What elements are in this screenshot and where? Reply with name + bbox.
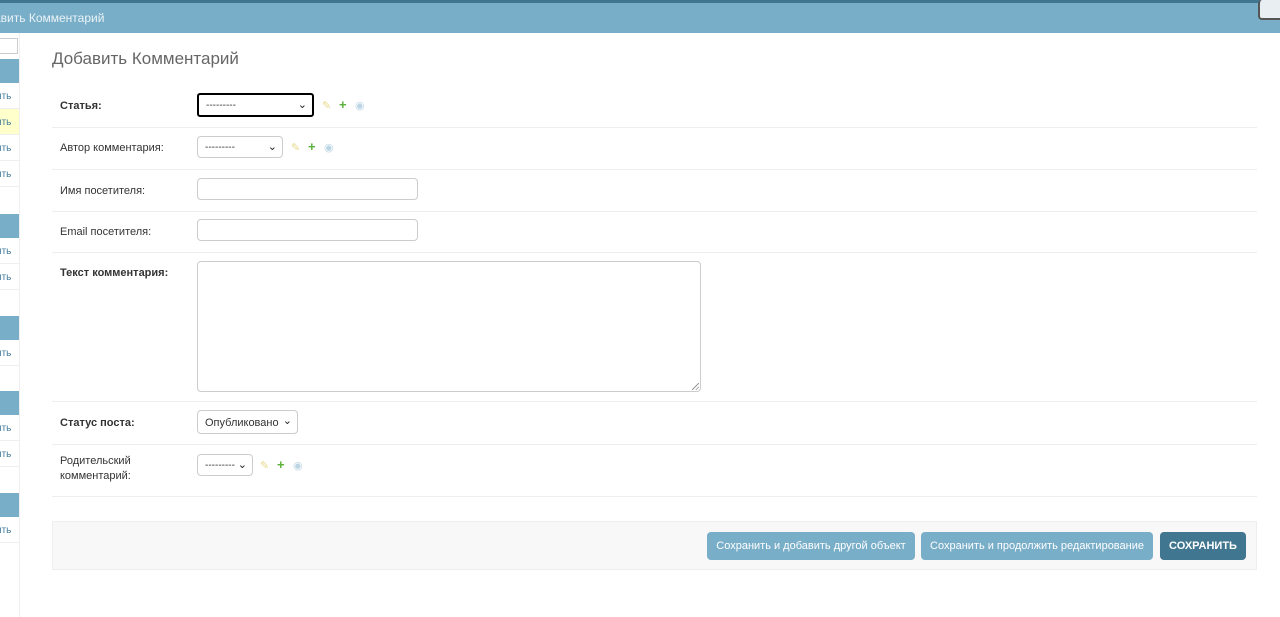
- sidebar-item[interactable]: ить: [0, 135, 19, 161]
- sidebar-item-label: ить: [0, 117, 12, 128]
- save-add-another-button[interactable]: Сохранить и добавить другой объект: [707, 532, 915, 560]
- sidebar-item[interactable]: ить: [0, 415, 19, 441]
- visitor-email-input[interactable]: [197, 219, 418, 241]
- sidebar-item-label: ить: [0, 449, 12, 460]
- chevron-down-icon: ⌄: [267, 141, 277, 153]
- chevron-down-icon: ⌄: [297, 99, 307, 111]
- sidebar-item[interactable]: ить: [0, 340, 19, 366]
- form-row-parent: Родительский комментарий: --------- ⌄ ✎ …: [52, 445, 1257, 497]
- visitor-name-label: Имя посетителя:: [60, 185, 146, 197]
- author-select-value: ---------: [205, 142, 235, 153]
- sidebar-item[interactable]: ить: [0, 441, 19, 467]
- visitor-name-input[interactable]: [197, 178, 418, 200]
- status-label: Статус поста:: [60, 417, 135, 429]
- breadcrumb[interactable]: авить Комментарий: [0, 11, 104, 25]
- plus-icon[interactable]: +: [308, 140, 316, 153]
- form-row-visitor-name: Имя посетителя:: [52, 170, 1257, 212]
- eye-icon[interactable]: ◉: [324, 142, 334, 154]
- sidebar-item-label: ить: [0, 272, 12, 283]
- sidebar-item-label: ить: [0, 348, 12, 359]
- article-label: Статья:: [60, 100, 102, 112]
- sidebar-item[interactable]: ить: [0, 83, 19, 109]
- article-select[interactable]: --------- ⌄: [197, 93, 314, 117]
- sidebar-item[interactable]: ить: [0, 109, 19, 135]
- author-select[interactable]: --------- ⌄: [197, 136, 283, 158]
- form-row-author: Автор комментария: --------- ⌄ ✎ + ◉: [52, 128, 1257, 170]
- eye-icon[interactable]: ◉: [293, 460, 303, 472]
- sidebar-app-caption[interactable]: [0, 214, 19, 238]
- header-bar: авить Комментарий: [0, 0, 1280, 33]
- chevron-down-icon: ⌄: [237, 459, 247, 471]
- window-corner-icon[interactable]: [1258, 0, 1280, 20]
- plus-icon[interactable]: +: [339, 98, 347, 111]
- sidebar-item-label: ить: [0, 246, 12, 257]
- visitor-email-label: Email посетителя:: [60, 226, 152, 238]
- parent-select[interactable]: --------- ⌄: [197, 454, 253, 476]
- sidebar-item-label: ить: [0, 525, 12, 536]
- sidebar-nav: ить ить ить ить ить ить ить ить ить ить: [0, 33, 20, 617]
- sidebar-app-caption[interactable]: [0, 391, 19, 415]
- sidebar-item-label: ить: [0, 169, 12, 180]
- sidebar-app-caption[interactable]: [0, 59, 19, 83]
- form-row-status: Статус поста: Опубликовано ⌄: [52, 402, 1257, 445]
- resize-grip-icon[interactable]: [692, 383, 699, 390]
- plus-icon[interactable]: +: [277, 458, 285, 471]
- parent-label: Родительский комментарий:: [60, 455, 131, 482]
- chevron-down-icon: ⌄: [282, 415, 292, 427]
- form-row-article: Статья: --------- ⌄ ✎ + ◉: [52, 85, 1257, 128]
- author-label: Автор комментария:: [60, 142, 164, 154]
- submit-row: Сохранить и добавить другой объект Сохра…: [52, 521, 1257, 570]
- eye-icon[interactable]: ◉: [355, 100, 365, 112]
- status-select[interactable]: Опубликовано ⌄: [197, 410, 298, 434]
- sidebar-item-label: ить: [0, 423, 12, 434]
- pencil-icon[interactable]: ✎: [322, 100, 331, 112]
- sidebar-item-label: ить: [0, 91, 12, 102]
- sidebar-item[interactable]: ить: [0, 264, 19, 290]
- form-row-visitor-email: Email посетителя:: [52, 212, 1257, 253]
- page-title: Добавить Комментарий: [52, 49, 239, 68]
- comment-text-textarea[interactable]: [197, 261, 701, 392]
- sidebar-app-caption[interactable]: [0, 316, 19, 340]
- comment-text-label: Текст комментария:: [60, 267, 169, 279]
- pencil-icon[interactable]: ✎: [291, 142, 300, 154]
- sidebar-item-label: ить: [0, 143, 12, 154]
- sidebar-item[interactable]: ить: [0, 238, 19, 264]
- status-select-value: Опубликовано: [205, 417, 279, 429]
- save-continue-button[interactable]: Сохранить и продолжить редактирование: [921, 532, 1153, 560]
- parent-select-value: ---------: [205, 460, 235, 471]
- sidebar-item[interactable]: ить: [0, 161, 19, 187]
- form-row-comment-text: Текст комментария:: [52, 253, 1257, 402]
- article-select-value: ---------: [206, 100, 236, 111]
- sidebar-filter-input[interactable]: [0, 38, 18, 54]
- save-button[interactable]: СОХРАНИТЬ: [1160, 532, 1246, 560]
- sidebar-item[interactable]: ить: [0, 517, 19, 543]
- sidebar-app-caption[interactable]: [0, 493, 19, 517]
- pencil-icon[interactable]: ✎: [260, 460, 269, 472]
